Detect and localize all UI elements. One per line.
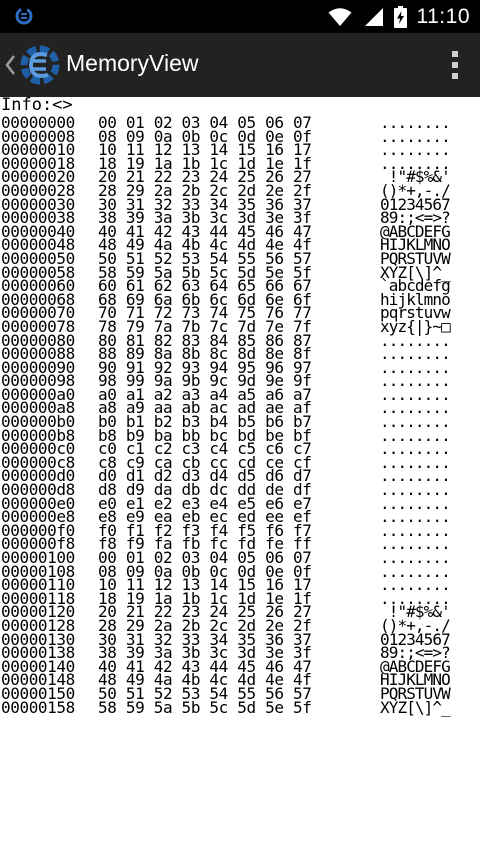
- info-label: Info:<>: [1, 97, 73, 115]
- memory-bytes: 58 59 5a 5b 5c 5d 5e 5f: [98, 697, 312, 717]
- status-time: 11:10: [416, 4, 470, 28]
- hex-rows[interactable]: 00000000 00 01 02 03 04 05 06 07........ 0…: [0, 115, 480, 717]
- menu-dot: [452, 51, 458, 57]
- memory-ascii: XYZ[\]^_: [380, 697, 451, 717]
- wifi-icon: [328, 7, 351, 26]
- back-chevron-icon[interactable]: [3, 53, 17, 77]
- battery-charging-icon: [393, 5, 407, 28]
- memory-hex-view[interactable]: Info:<> 00000000 00 01 02 03 04 05 06 07.…: [0, 97, 480, 853]
- status-bar: 11:10: [0, 0, 480, 33]
- cheat-engine-icon: [15, 7, 33, 25]
- memory-address: 00000158: [1, 697, 75, 717]
- memory-row[interactable]: 00000158 58 59 5a 5b 5c 5d 5e 5f XYZ[\]^_: [0, 697, 480, 717]
- overflow-menu-icon[interactable]: [444, 47, 466, 83]
- signal-icon: [364, 7, 383, 26]
- app-title: MemoryView: [66, 50, 199, 76]
- menu-dot: [452, 62, 458, 68]
- action-bar: MemoryView: [0, 33, 480, 97]
- menu-dot: [452, 73, 458, 79]
- status-icons: 11:10: [328, 0, 471, 33]
- cheat-engine-logo-icon[interactable]: [18, 41, 62, 89]
